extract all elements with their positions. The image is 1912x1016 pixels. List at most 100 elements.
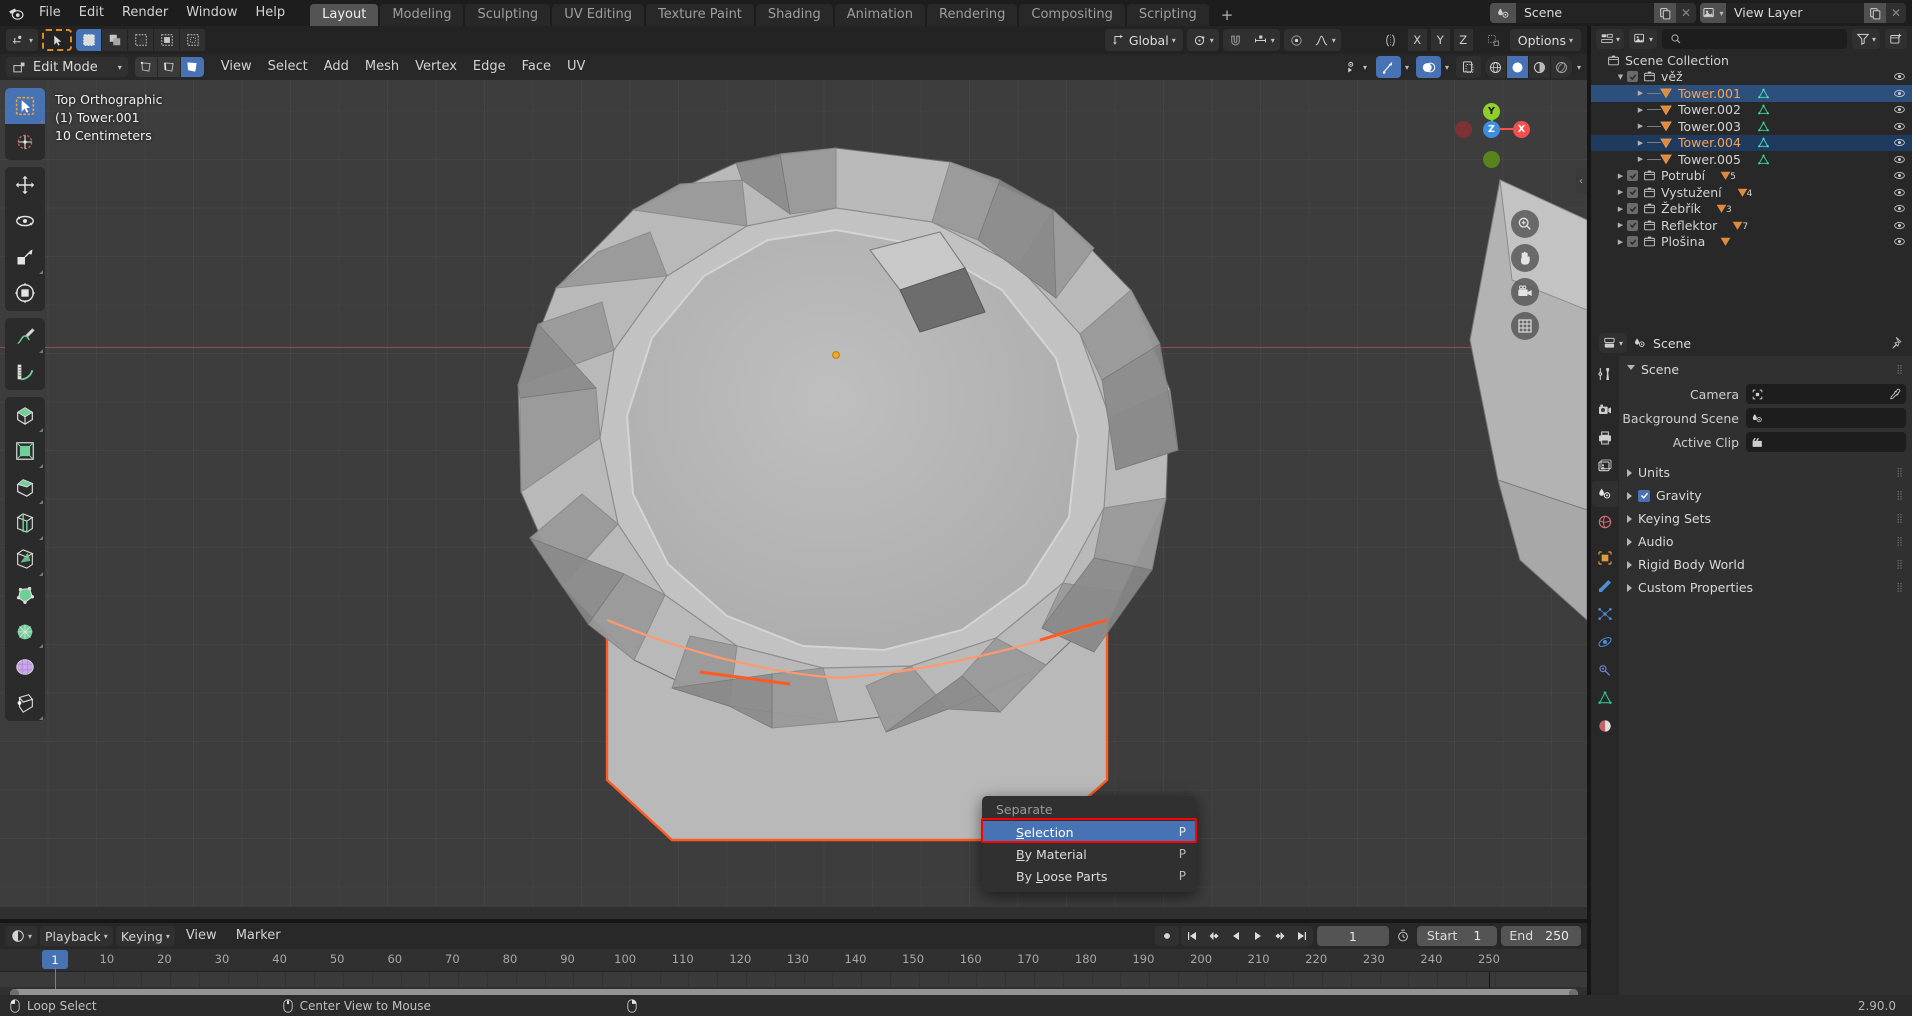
workspace-tab-animation[interactable]: Animation: [835, 4, 925, 26]
tool-rotate[interactable]: [5, 203, 45, 239]
workspace-tabs[interactable]: LayoutModelingSculptingUV EditingTexture…: [310, 0, 1243, 26]
new-view-layer-icon[interactable]: [1864, 3, 1886, 23]
remove-view-layer-icon[interactable]: ✕: [1886, 3, 1906, 23]
new-collection-button[interactable]: [1885, 29, 1907, 49]
options-button[interactable]: Options ▾: [1510, 29, 1581, 51]
field-active-clip[interactable]: Active Clip: [1619, 431, 1906, 453]
menu-item-by-loose-parts[interactable]: By Loose Parts P: [982, 865, 1196, 887]
collection-checkbox[interactable]: [1627, 236, 1638, 247]
workspace-tab-compositing[interactable]: Compositing: [1019, 4, 1125, 26]
face-select-mode-icon[interactable]: [181, 57, 204, 77]
scene-name[interactable]: Scene: [1516, 3, 1654, 23]
select-mode-group[interactable]: [76, 29, 206, 51]
tab-object-data[interactable]: [1592, 685, 1618, 711]
tab-particles[interactable]: [1592, 601, 1618, 627]
collection-checkbox[interactable]: [1627, 187, 1638, 198]
properties-body[interactable]: Scene ⣿ Camera Background Scene: [1619, 356, 1912, 995]
mirror-y-button[interactable]: Y: [1431, 29, 1450, 51]
outliner-row-v-[interactable]: ▼věž: [1591, 69, 1912, 86]
tool-smooth[interactable]: [5, 649, 45, 685]
auto-key-icon[interactable]: [1393, 929, 1413, 943]
remove-scene-icon[interactable]: ✕: [1676, 3, 1696, 23]
wireframe-shading-icon[interactable]: [1485, 56, 1507, 78]
outliner-row-tower-002[interactable]: ▶Tower.002: [1591, 102, 1912, 119]
gravity-checkbox[interactable]: [1638, 490, 1650, 502]
tool-menu-vertex[interactable]: Vertex: [407, 57, 465, 77]
hide-in-viewport-toggle[interactable]: [1893, 153, 1906, 166]
menu-render[interactable]: Render: [113, 2, 177, 24]
outliner-row-tower-004[interactable]: ▶Tower.004: [1591, 135, 1912, 152]
tweak-tool-button[interactable]: [42, 29, 72, 51]
hide-in-viewport-toggle[interactable]: [1893, 202, 1906, 215]
field-background-scene[interactable]: Background Scene: [1619, 407, 1906, 429]
prev-keyframe-icon[interactable]: [1203, 926, 1225, 946]
mesh-select-mode-group[interactable]: [135, 57, 204, 77]
tab-world[interactable]: [1592, 509, 1618, 535]
jump-end-icon[interactable]: [1291, 926, 1313, 946]
timeline-view-menu[interactable]: View: [178, 926, 225, 946]
workspace-tab-rendering[interactable]: Rendering: [927, 4, 1017, 26]
hide-in-viewport-toggle[interactable]: [1893, 186, 1906, 199]
tab-modifier[interactable]: [1592, 573, 1618, 599]
tool-cursor[interactable]: [5, 124, 45, 160]
menu-item-by-material[interactable]: By Material P: [982, 843, 1196, 865]
tab-view-layer[interactable]: [1592, 453, 1618, 479]
add-workspace-button[interactable]: +: [1211, 4, 1244, 26]
menu-help[interactable]: Help: [247, 2, 295, 24]
hide-in-viewport-toggle[interactable]: [1893, 235, 1906, 248]
disclosure-triangle[interactable]: ▶: [1634, 122, 1647, 130]
tool-scale[interactable]: [5, 239, 45, 275]
disclosure-triangle[interactable]: ▶: [1634, 155, 1647, 163]
mirror-options-icon[interactable]: [1377, 29, 1404, 51]
tool-menu-edge[interactable]: Edge: [465, 57, 514, 77]
hide-in-viewport-toggle[interactable]: [1893, 169, 1906, 182]
panel-custom-properties-header[interactable]: Custom Properties ⣿: [1619, 576, 1912, 599]
gizmo-axis-neg-x[interactable]: [1455, 121, 1472, 138]
tool-bevel[interactable]: [5, 469, 45, 505]
select-invert-icon[interactable]: [154, 29, 180, 51]
start-frame-value[interactable]: 1: [1467, 926, 1497, 946]
panel-scene-header[interactable]: Scene ⣿: [1619, 358, 1912, 381]
outliner-row-reflektor[interactable]: ▶Reflektor7: [1591, 217, 1912, 234]
falloff-curve-icon[interactable]: ▾: [1309, 29, 1341, 51]
disclosure-triangle[interactable]: ▶: [1614, 172, 1627, 180]
panel-gravity-header[interactable]: Gravity ⣿: [1619, 484, 1912, 507]
tool-inset-faces[interactable]: [5, 433, 45, 469]
disclosure-triangle[interactable]: ▶: [1614, 238, 1627, 246]
visibility-selector[interactable]: ▾: [1339, 56, 1372, 78]
current-frame-field[interactable]: 1: [1317, 926, 1389, 946]
properties-editor[interactable]: ▾ Scene: [1591, 330, 1912, 995]
outliner-display-mode-selector[interactable]: ▾: [1596, 29, 1624, 49]
interaction-mode-selector[interactable]: Edit Mode ▾: [6, 57, 128, 77]
solid-shading-icon[interactable]: [1507, 56, 1529, 78]
edge-select-mode-icon[interactable]: [158, 57, 181, 77]
disclosure-triangle[interactable]: ▶: [1614, 205, 1627, 213]
viewport-nav-buttons[interactable]: [1511, 210, 1539, 340]
workspace-tab-scripting[interactable]: Scripting: [1127, 4, 1209, 26]
outliner-row-tower-001[interactable]: ▶Tower.001: [1591, 85, 1912, 102]
snap-magnet-icon[interactable]: [1223, 29, 1248, 51]
rendered-shading-icon[interactable]: [1551, 56, 1573, 78]
tab-physics[interactable]: [1592, 629, 1618, 655]
disclosure-triangle[interactable]: ▶: [1634, 139, 1647, 147]
end-frame-value[interactable]: 250: [1541, 926, 1581, 946]
tool-move[interactable]: [5, 167, 45, 203]
tab-constraints[interactable]: [1592, 657, 1618, 683]
menu-item-selection[interactable]: SSelectionelection P: [982, 821, 1196, 843]
xray-toggle-button[interactable]: [1456, 56, 1481, 78]
select-difference-icon[interactable]: [180, 29, 206, 51]
tool-poly-build[interactable]: [5, 577, 45, 613]
timeline-track-area[interactable]: [0, 971, 1587, 987]
grid-icon[interactable]: [1511, 312, 1539, 340]
outliner-row-potrub-[interactable]: ▶Potrubí5: [1591, 168, 1912, 185]
view-layer-name[interactable]: View Layer: [1726, 3, 1864, 23]
outliner-row-plo-ina[interactable]: ▶Plošina: [1591, 234, 1912, 251]
panel-keying-sets-header[interactable]: Keying Sets ⣿: [1619, 507, 1912, 530]
outliner-filter-id-selector[interactable]: ▾: [1629, 29, 1657, 49]
field-active-clip-input[interactable]: [1746, 432, 1906, 452]
outliner-search-input[interactable]: [1662, 29, 1847, 49]
keying-menu[interactable]: Keying▾: [116, 926, 175, 946]
material-preview-shading-icon[interactable]: [1529, 56, 1551, 78]
tool-menu-select[interactable]: Select: [260, 57, 316, 77]
hide-in-viewport-toggle[interactable]: [1893, 103, 1906, 116]
